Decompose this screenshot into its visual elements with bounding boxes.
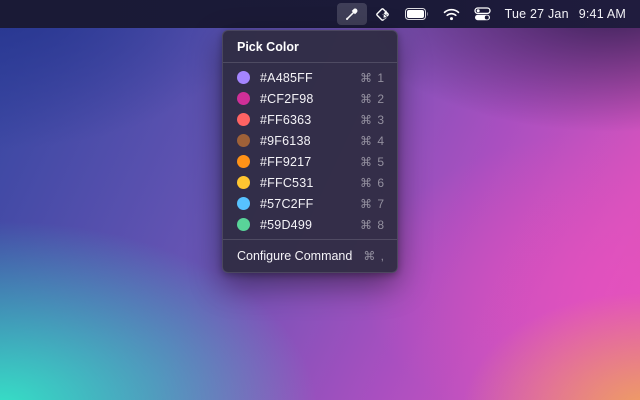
color-swatch (237, 134, 250, 147)
shortcut-label: ⌘ 7 (360, 197, 385, 211)
control-center-icon (474, 7, 491, 21)
menu-item-color[interactable]: #CF2F98 ⌘ 2 (223, 88, 397, 109)
color-swatch (237, 197, 250, 210)
battery-icon (405, 8, 429, 20)
color-swatch (237, 113, 250, 126)
menubar-time: 9:41 AM (579, 7, 626, 21)
color-hex-label: #A485FF (260, 71, 360, 85)
shortcut-label: ⌘ 4 (360, 134, 385, 148)
configure-command-label: Configure Command (237, 249, 363, 263)
wifi-menubar-button[interactable] (436, 3, 467, 25)
battery-menubar-button[interactable] (398, 3, 436, 25)
color-hex-label: #FFC531 (260, 176, 360, 190)
shortcut-label: ⌘ 2 (360, 92, 385, 106)
menubar-date: Tue 27 Jan (505, 7, 569, 21)
color-swatch (237, 176, 250, 189)
menu-item-color[interactable]: #FF6363 ⌘ 3 (223, 109, 397, 130)
color-hex-label: #9F6138 (260, 134, 360, 148)
color-swatch (237, 155, 250, 168)
shortcut-label: ⌘ 6 (360, 176, 385, 190)
shortcut-label: ⌘ , (363, 249, 385, 263)
color-swatch (237, 92, 250, 105)
eyedropper-menubar-button[interactable] (337, 3, 367, 25)
menu-item-color[interactable]: #FF9217 ⌘ 5 (223, 151, 397, 172)
menu-separator (223, 62, 397, 63)
color-hex-label: #CF2F98 (260, 92, 360, 106)
menu-item-color[interactable]: #A485FF ⌘ 1 (223, 67, 397, 88)
color-snap-menubar-button[interactable] (367, 3, 398, 25)
control-center-menubar-button[interactable] (467, 3, 498, 25)
color-hex-label: #59D499 (260, 218, 360, 232)
menu-item-configure-command[interactable]: Configure Command ⌘ , (223, 244, 397, 267)
menu-item-color[interactable]: #57C2FF ⌘ 7 (223, 193, 397, 214)
menu-item-color[interactable]: #FFC531 ⌘ 6 (223, 172, 397, 193)
shortcut-label: ⌘ 3 (360, 113, 385, 127)
menubar: Tue 27 Jan 9:41 AM (0, 0, 640, 28)
menubar-clock[interactable]: Tue 27 Jan 9:41 AM (498, 7, 630, 21)
menu-title: Pick Color (223, 38, 397, 62)
menu-separator (223, 239, 397, 240)
shortcut-label: ⌘ 8 (360, 218, 385, 232)
color-swatch (237, 218, 250, 231)
color-snap-icon (374, 6, 391, 23)
shortcut-label: ⌘ 1 (360, 71, 385, 85)
wifi-icon (443, 8, 460, 21)
pick-color-menu: Pick Color #A485FF ⌘ 1 #CF2F98 ⌘ 2 #FF63… (222, 30, 398, 273)
menu-item-color[interactable]: #9F6138 ⌘ 4 (223, 130, 397, 151)
eyedropper-icon (344, 6, 360, 22)
color-hex-label: #FF6363 (260, 113, 360, 127)
color-hex-label: #FF9217 (260, 155, 360, 169)
shortcut-label: ⌘ 5 (360, 155, 385, 169)
color-swatch (237, 71, 250, 84)
color-hex-label: #57C2FF (260, 197, 360, 211)
menu-item-color[interactable]: #59D499 ⌘ 8 (223, 214, 397, 235)
